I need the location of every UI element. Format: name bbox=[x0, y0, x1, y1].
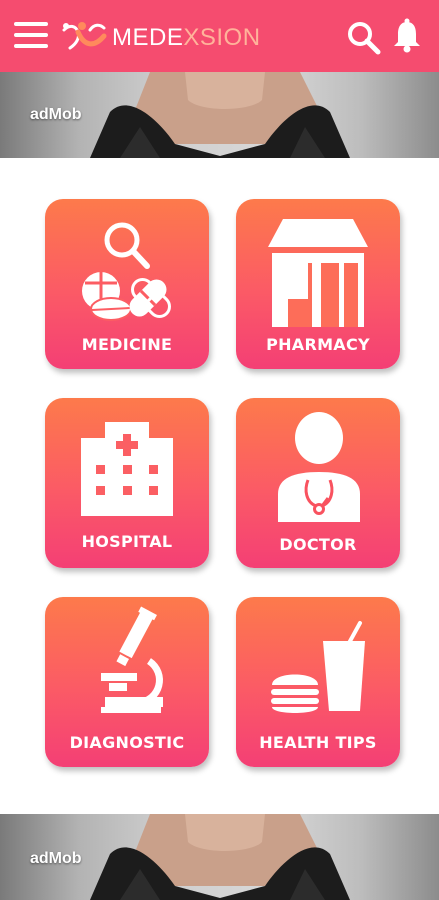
ad-banner-bottom[interactable]: adMob bbox=[0, 814, 439, 900]
tile-medicine[interactable]: MEDICINE bbox=[45, 199, 209, 369]
tile-health-tips[interactable]: HEALTH TIPS bbox=[236, 597, 400, 767]
tile-hospital[interactable]: HOSPITAL bbox=[45, 398, 209, 568]
tile-label: HOSPITAL bbox=[81, 532, 173, 551]
app-bar: MEDEXSION bbox=[0, 0, 439, 72]
logo-icon bbox=[62, 22, 107, 50]
brand-part-2: XSION bbox=[183, 24, 261, 51]
tile-label: PHARMACY bbox=[266, 335, 370, 354]
ad-label: adMob bbox=[30, 106, 82, 123]
menu-icon bbox=[14, 22, 48, 26]
tile-label: DIAGNOSTIC bbox=[69, 733, 185, 752]
brand-name: MEDEXSION bbox=[112, 24, 261, 52]
ad-label: adMob bbox=[30, 850, 82, 867]
tile-pharmacy[interactable]: PHARMACY bbox=[236, 199, 400, 369]
tile-doctor[interactable]: DOCTOR bbox=[236, 398, 400, 568]
tile-diagnostic[interactable]: DIAGNOSTIC bbox=[45, 597, 209, 767]
ad-banner-top[interactable]: adMob bbox=[0, 72, 439, 158]
tile-label: DOCTOR bbox=[279, 535, 357, 554]
brand-part-1: MEDE bbox=[112, 24, 184, 51]
tile-label: MEDICINE bbox=[81, 335, 173, 354]
search-icon[interactable] bbox=[346, 20, 382, 56]
tile-label: HEALTH TIPS bbox=[259, 733, 377, 752]
bell-icon[interactable] bbox=[392, 18, 422, 54]
menu-button[interactable] bbox=[14, 22, 48, 50]
